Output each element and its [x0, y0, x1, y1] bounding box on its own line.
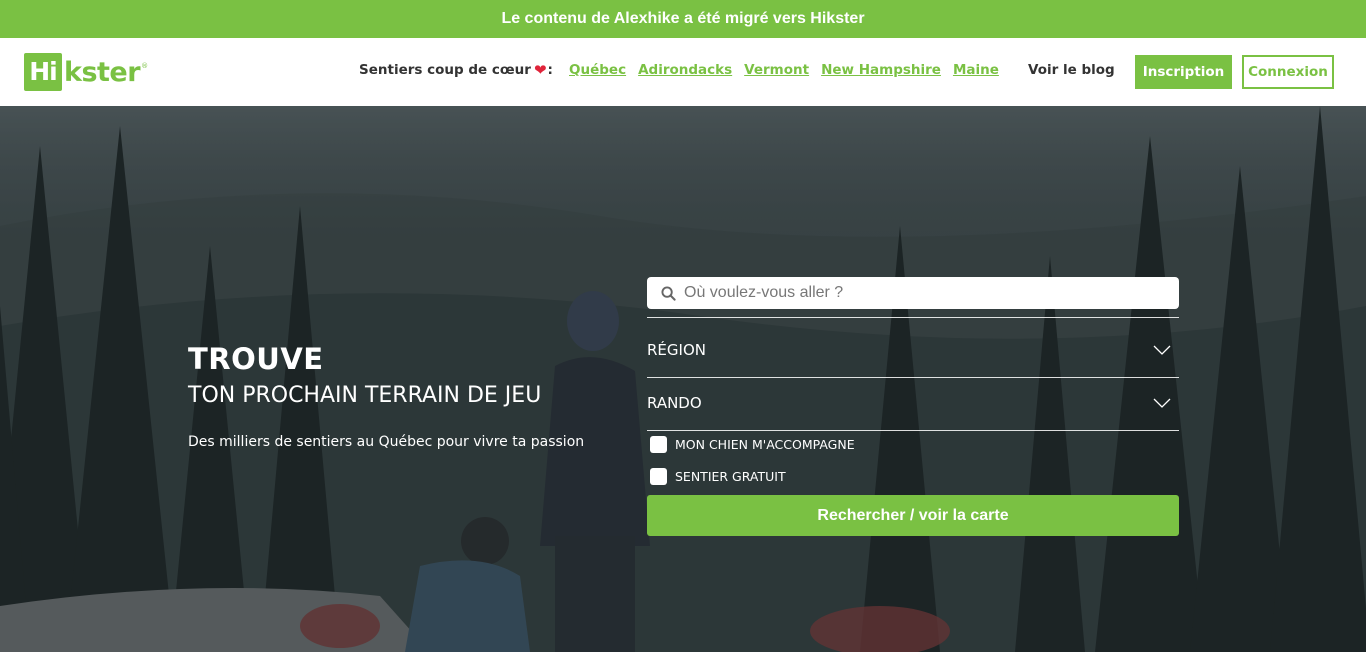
region-dropdown[interactable]: RÉGION	[647, 330, 1179, 370]
activity-dropdown-label: RANDO	[647, 394, 702, 412]
logo-text: kster	[64, 56, 141, 88]
region-link-adirondacks[interactable]: Adirondacks	[638, 62, 732, 78]
region-links: Québec Adirondacks Vermont New Hampshire…	[569, 62, 1011, 78]
migration-banner-text: Le contenu de Alexhike a été migré vers …	[501, 10, 865, 27]
region-link-quebec[interactable]: Québec	[569, 62, 626, 78]
search-box[interactable]	[647, 277, 1179, 309]
favorite-trails-text: Sentiers coup de cœur	[359, 62, 531, 78]
dog-checkbox-row[interactable]: MON CHIEN M'ACCOMPAGNE	[650, 434, 855, 454]
heart-icon: ❤	[533, 60, 547, 79]
hero-section: TROUVE TON PROCHAIN TERRAIN DE JEU Des m…	[0, 106, 1366, 652]
favorite-trails-label: Sentiers coup de cœur ❤ :	[359, 62, 553, 78]
region-link-new-hampshire[interactable]: New Hampshire	[821, 62, 941, 78]
chevron-down-icon	[1153, 345, 1171, 355]
divider-line	[647, 430, 1179, 431]
hero-tagline: Des milliers de sentiers au Québec pour …	[188, 434, 585, 450]
blog-link[interactable]: Voir le blog	[1028, 62, 1115, 78]
hero-overlay	[0, 106, 1366, 652]
logo-box: Hi	[24, 53, 62, 91]
free-trail-checkbox-row[interactable]: SENTIER GRATUIT	[650, 466, 786, 486]
hero-subtitle: TON PROCHAIN TERRAIN DE JEU	[188, 383, 542, 408]
hikster-logo[interactable]: Hi kster ®	[24, 53, 148, 91]
signup-button[interactable]: Inscription	[1135, 55, 1232, 89]
chevron-down-icon	[1153, 398, 1171, 408]
login-button[interactable]: Connexion	[1242, 55, 1334, 89]
dog-checkbox-label: MON CHIEN M'ACCOMPAGNE	[675, 436, 855, 452]
region-link-maine[interactable]: Maine	[953, 62, 999, 78]
region-dropdown-label: RÉGION	[647, 341, 706, 359]
search-input[interactable]	[682, 283, 1162, 303]
logo-trademark: ®	[141, 62, 149, 70]
divider-line	[647, 377, 1179, 378]
site-header: Hi kster ® Sentiers coup de cœur ❤ : Qué…	[0, 38, 1366, 106]
divider-line	[647, 317, 1179, 318]
free-trail-checkbox-label: SENTIER GRATUIT	[675, 468, 786, 484]
free-trail-checkbox[interactable]	[650, 467, 667, 485]
favorite-trails-colon: :	[547, 62, 553, 78]
search-submit-button[interactable]: Rechercher / voir la carte	[647, 495, 1179, 536]
hero-title: TROUVE	[188, 342, 324, 376]
region-link-vermont[interactable]: Vermont	[744, 62, 809, 78]
migration-banner: Le contenu de Alexhike a été migré vers …	[0, 0, 1366, 38]
dog-checkbox[interactable]	[650, 435, 667, 453]
search-icon	[661, 285, 676, 301]
activity-dropdown[interactable]: RANDO	[647, 383, 1179, 423]
